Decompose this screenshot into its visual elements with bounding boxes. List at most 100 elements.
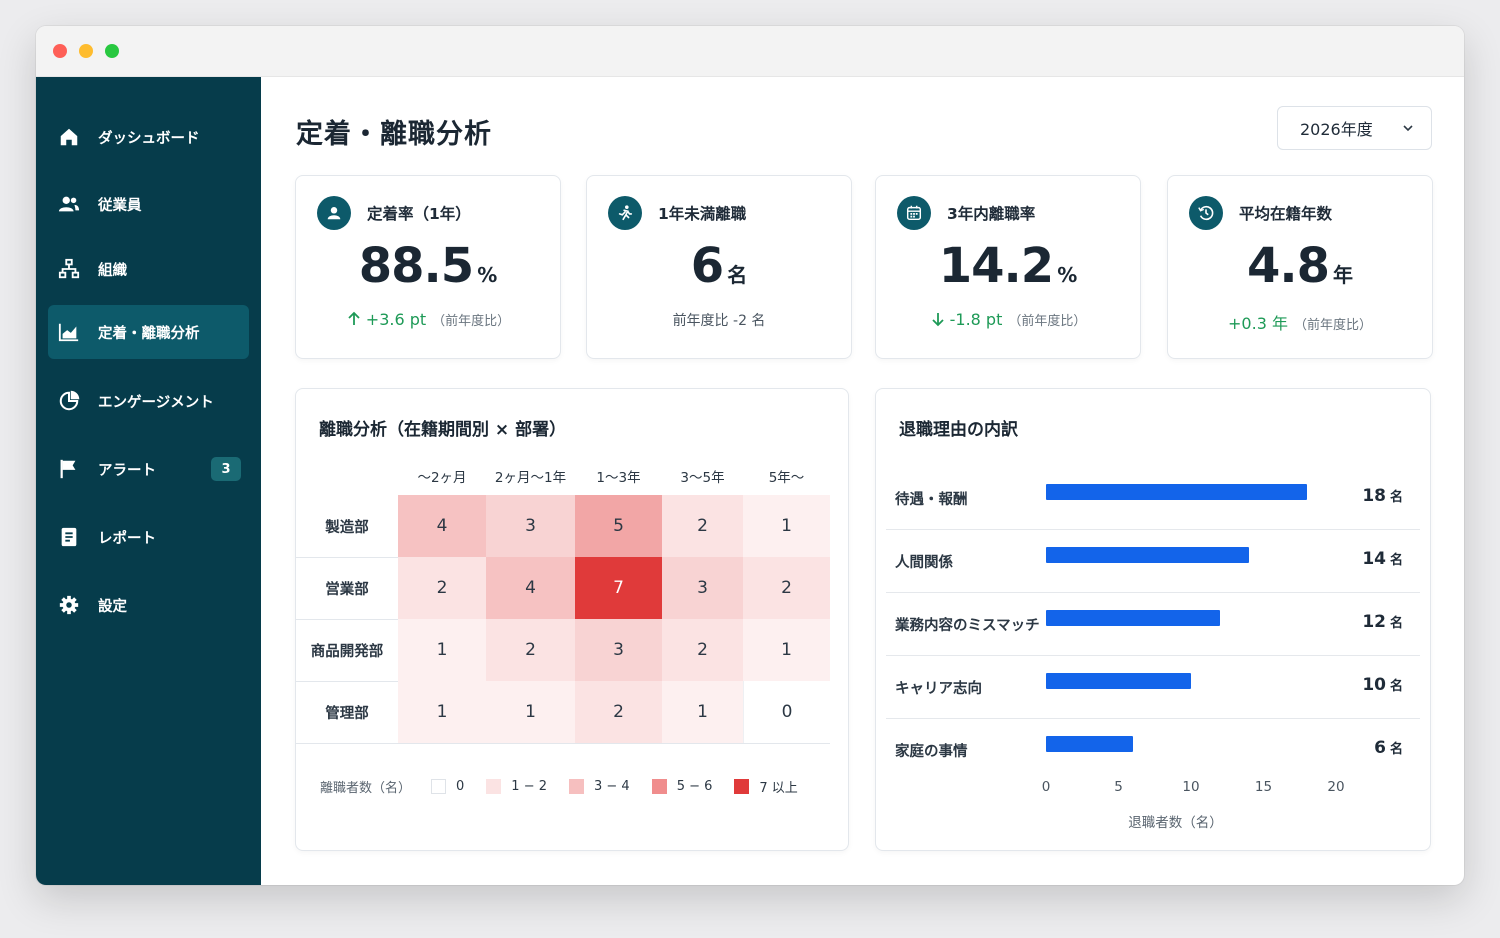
x-axis-label: 退職者数（名） (1128, 815, 1223, 831)
legend-label: 7 以上 (759, 781, 798, 796)
bar[interactable] (1046, 484, 1307, 500)
bar[interactable] (1046, 547, 1249, 563)
close-window-button[interactable] (53, 44, 67, 58)
bar-value-label: 14 名 (1362, 549, 1403, 569)
bar-value-label: 6名 (1374, 738, 1403, 758)
sidebar-item-label: 従業員 (98, 197, 142, 214)
user-circle-icon (317, 196, 351, 230)
heatmap-cell[interactable]: 1 (398, 619, 486, 681)
main-content: 定着・離職分析 2026年度 定着率（1年） 88.5% +3.6 pt （前年度… (261, 77, 1464, 885)
sidebar-item-label: アラート (98, 462, 156, 479)
heatmap-cell[interactable]: 3 (662, 557, 743, 619)
fiscal-year-select[interactable]: 2026年度 (1277, 106, 1432, 150)
legend-swatch (486, 779, 502, 794)
flag-icon (58, 458, 80, 480)
clock-icon (1189, 196, 1223, 230)
kpi-value: 14.2 (938, 238, 1054, 294)
org-chart-icon (58, 258, 80, 280)
heatmap-cell[interactable]: 5 (575, 495, 662, 557)
heatmap-cell[interactable]: 2 (575, 681, 662, 743)
heatmap-cell[interactable]: 1 (662, 681, 743, 743)
legend-label: 1 − 2 (511, 779, 547, 794)
home-icon (58, 126, 80, 148)
heatmap-title: 離職分析（在籍期間別 × 部署） (319, 420, 567, 440)
app-window: ダッシュボード 従業員 組織 定着・離職分析 エンゲージメント アラート 3 レ… (36, 26, 1464, 885)
legend-swatch (734, 779, 750, 794)
bar[interactable] (1046, 736, 1133, 752)
zoom-window-button[interactable] (105, 44, 119, 58)
heatmap-cell[interactable]: 1 (743, 619, 830, 681)
heatmap-cell[interactable]: 1 (743, 495, 830, 557)
bar-row: 人間関係 14 名 (886, 530, 1420, 593)
sidebar-item-organization[interactable]: 組織 (48, 242, 249, 296)
bar-value-label: 10 名 (1362, 675, 1403, 695)
sidebar-item-engagement[interactable]: エンゲージメント (48, 374, 249, 428)
heatmap-column-header: 1〜3年 (596, 470, 641, 486)
bar-row: 待遇・報酬 18 名 (886, 467, 1420, 530)
heatmap-cell[interactable]: 3 (575, 619, 662, 681)
x-tick-label: 0 (1041, 779, 1051, 795)
x-tick-label: 20 (1327, 779, 1345, 795)
kpi-delta-note: （前年度比） (432, 314, 511, 329)
people-icon (58, 193, 80, 215)
legend-label: 3 − 4 (594, 779, 630, 794)
heatmap-row-header: 製造部 (325, 519, 369, 536)
page-title: 定着・離職分析 (296, 119, 492, 150)
x-tick-label: 10 (1182, 779, 1200, 795)
sidebar-item-label: 設定 (98, 598, 127, 615)
area-chart-icon (58, 321, 80, 343)
legend-swatch (431, 779, 447, 794)
kpi-label: 定着率（1年） (367, 205, 471, 223)
heatmap-cell[interactable]: 4 (486, 557, 575, 619)
sidebar-item-retention[interactable]: 定着・離職分析 (48, 305, 249, 359)
bar[interactable] (1046, 610, 1220, 626)
bar-category-label: キャリア志向 (895, 681, 982, 697)
kpi-unit: 名 (727, 263, 748, 287)
bar-row: キャリア志向 10 名 (886, 656, 1420, 719)
heatmap-cell[interactable]: 4 (398, 495, 486, 557)
bar[interactable] (1046, 673, 1191, 689)
kpi-label: 平均在籍年数 (1239, 205, 1333, 223)
heatmap-cell[interactable]: 2 (662, 619, 743, 681)
bar-value-label: 18 名 (1362, 486, 1403, 506)
heatmap-cell[interactable]: 2 (743, 557, 830, 619)
heatmap-cell[interactable]: 3 (486, 495, 575, 557)
kpi-value: 88.5 (358, 238, 474, 294)
document-icon (58, 526, 80, 548)
kpi-value: 4.8 (1246, 238, 1330, 294)
sidebar-item-label: 定着・離職分析 (98, 325, 200, 342)
x-tick-label: 5 (1114, 779, 1123, 795)
heatmap-cell[interactable]: 2 (398, 557, 486, 619)
bar-category-label: 人間関係 (895, 555, 953, 571)
sidebar: ダッシュボード 従業員 組織 定着・離職分析 エンゲージメント アラート 3 レ… (36, 77, 261, 885)
heatmap-cell[interactable]: 1 (486, 681, 575, 743)
kpi-unit: % (1057, 263, 1078, 287)
sidebar-item-reports[interactable]: レポート (48, 510, 249, 564)
minimize-window-button[interactable] (79, 44, 93, 58)
heatmap-row-header: 営業部 (325, 581, 369, 598)
heatmap-cell[interactable]: 0 (743, 681, 830, 743)
row-divider (296, 619, 398, 620)
sidebar-item-alerts[interactable]: アラート 3 (48, 442, 249, 496)
kpi-delta: +3.6 pt (365, 310, 427, 329)
heatmap-cell[interactable]: 2 (662, 495, 743, 557)
kpi-delta-note: （前年度比） (1008, 314, 1087, 329)
kpi-card-3yr-turnover: 3年内離職率 14.2% -1.8 pt （前年度比） (875, 175, 1141, 359)
kpi-card-avg-tenure: 平均在籍年数 4.8 年 +0.3 年 （前年度比） (1167, 175, 1433, 359)
heatmap-cell[interactable]: 7 (575, 557, 662, 619)
bar-value-unit: 名 (1389, 616, 1403, 631)
kpi-label: 1年未満離職 (658, 205, 747, 223)
kpi-unit: 年 (1333, 263, 1354, 287)
chart-title: 退職理由の内訳 (899, 420, 1018, 440)
arrow-up-icon (348, 311, 360, 325)
sidebar-item-label: 組織 (98, 262, 127, 279)
title-bar (36, 26, 1464, 77)
calendar-icon (897, 196, 931, 230)
heatmap-cell[interactable]: 2 (486, 619, 575, 681)
pie-chart-icon (58, 390, 80, 412)
sidebar-item-settings[interactable]: 設定 (48, 578, 249, 632)
sidebar-item-employees[interactable]: 従業員 (48, 177, 249, 231)
kpi-value: 6 (690, 238, 724, 294)
heatmap-cell[interactable]: 1 (398, 681, 486, 743)
sidebar-item-dashboard[interactable]: ダッシュボード (48, 110, 249, 164)
